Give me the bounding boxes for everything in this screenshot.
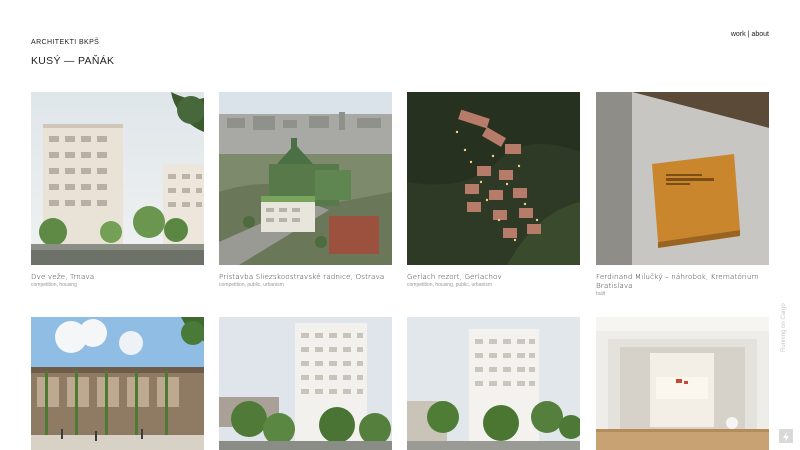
lightning-icon xyxy=(782,427,790,446)
nav-about-link[interactable]: about xyxy=(751,31,769,38)
project-tags: built xyxy=(596,291,606,297)
project-thumbnail[interactable] xyxy=(596,92,769,265)
project-card-row2-2[interactable] xyxy=(219,317,392,450)
project-card-row2-1[interactable] xyxy=(31,317,204,450)
project-title[interactable]: Gerlach rezort, Gerlachov xyxy=(407,272,580,281)
project-thumbnail[interactable] xyxy=(596,317,769,450)
project-thumbnail[interactable] xyxy=(219,317,392,450)
project-title[interactable]: Prístavba Sliezskoostravské radnice, Ost… xyxy=(219,272,392,281)
project-thumbnail[interactable] xyxy=(407,92,580,265)
project-thumbnail[interactable] xyxy=(219,92,392,265)
project-card-row2-3[interactable] xyxy=(407,317,580,450)
cargo-lightning-button[interactable] xyxy=(779,429,793,443)
project-card-ostrava[interactable]: Prístavba Sliezskoostravské radnice, Ost… xyxy=(219,92,392,288)
project-tags: competition, housing, public, urbanism xyxy=(407,282,493,288)
project-title[interactable]: Ferdinand Milučký – náhrobok, Krematóriu… xyxy=(596,272,769,290)
project-card-row2-4[interactable] xyxy=(596,317,769,450)
project-card-gerlach[interactable]: Gerlach rezort, Gerlachov competition, h… xyxy=(407,92,580,288)
project-thumbnail[interactable] xyxy=(407,317,580,450)
project-thumbnail[interactable] xyxy=(31,317,204,450)
studio-title[interactable]: KUSÝ — PAŇÁK xyxy=(31,55,114,67)
brand-name[interactable]: ARCHITEKTI BKPŠ xyxy=(31,39,99,46)
project-title[interactable]: Dve veže, Trnava xyxy=(31,272,204,281)
running-on-cargo-label: Running on Cargo xyxy=(781,303,787,352)
top-nav: work | about xyxy=(731,31,769,38)
project-card-dve-veze[interactable]: Dve veže, Trnava competition, housing xyxy=(31,92,204,288)
running-on-cargo-link[interactable] xyxy=(778,350,792,414)
project-tags: competition, public, urbanism xyxy=(219,282,284,288)
project-thumbnail[interactable] xyxy=(31,92,204,265)
nav-separator: | xyxy=(747,31,750,38)
project-tags: competition, housing xyxy=(31,282,77,288)
nav-work-link[interactable]: work xyxy=(731,31,746,38)
project-card-milucky[interactable]: Ferdinand Milučký – náhrobok, Krematóriu… xyxy=(596,92,769,297)
